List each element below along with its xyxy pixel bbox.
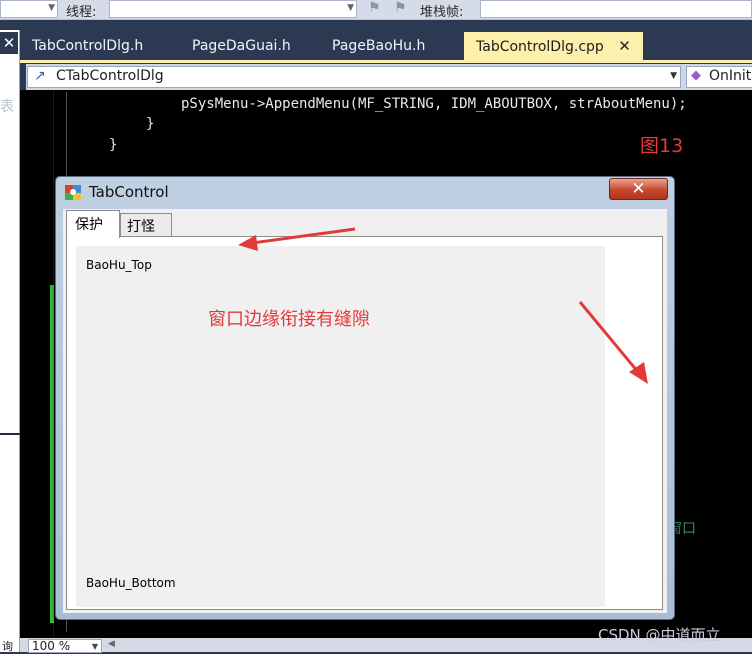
toolbar-combo-process[interactable]: ▼ [0, 0, 58, 18]
change-tracking-bar [50, 285, 54, 623]
tab-strip-underline [20, 60, 752, 63]
tab-tabcontroldlg-cpp[interactable]: TabControlDlg.cpp ✕ [464, 32, 643, 60]
side-panel-close-icon[interactable]: ✕ [0, 32, 18, 54]
tab-pagebaohu-h[interactable]: PageBaoHu.h [320, 32, 437, 60]
close-icon[interactable]: ✕ [618, 37, 631, 55]
tab-control-pane: BaoHu_Top BaoHu_Bottom [66, 236, 663, 610]
navigation-bar: ↗ CTabControlDlg ▼ ◆ OnInitDialog [26, 64, 752, 90]
zoom-value: 100 % [32, 639, 71, 653]
chevron-down-icon: ▼ [48, 3, 55, 13]
chevron-down-icon: ▼ [347, 3, 354, 13]
close-button[interactable]: ✕ [609, 178, 668, 200]
side-panel-divider [0, 433, 20, 435]
baohu-bottom-label: BaoHu_Bottom [86, 576, 176, 590]
baohu-top-label: BaoHu_Top [86, 258, 152, 272]
debug-toolbar: ▼ 线程: ▼ ⚑ ⚑ 堆栈帧: [0, 0, 752, 20]
class-selector[interactable]: ↗ CTabControlDlg ▼ [27, 66, 681, 88]
side-panel [0, 30, 20, 652]
thread-label: 线程: [66, 5, 97, 20]
tab-protect[interactable]: 保护 [66, 210, 120, 238]
editor-gutter [20, 90, 54, 638]
tab-fight[interactable]: 打怪 [120, 213, 172, 236]
chevron-down-icon: ▼ [670, 71, 677, 81]
dialog-client-area: BaoHu_Top BaoHu_Bottom 保护 打怪 [63, 209, 667, 613]
side-panel-ghost-text: 表 [0, 99, 14, 115]
member-selector-value: OnInitDialog [709, 68, 752, 84]
stack-frame-label: 堆栈帧: [420, 5, 464, 20]
watermark: CSDN @中道而立 [598, 626, 721, 644]
flag-filter-icon[interactable]: ⚑ [394, 0, 407, 16]
class-icon: ↗ [34, 68, 46, 84]
tab-pagedaguai-h[interactable]: PageDaGuai.h [180, 32, 303, 60]
annotation-text: 窗口边缘衔接有缝隙 [208, 309, 370, 330]
thread-combo[interactable]: ▼ [109, 0, 357, 18]
tabcontrol-dialog: TabControl ✕ BaoHu_Top BaoHu_Bottom 保护 打… [55, 176, 675, 620]
zoom-selector[interactable]: 100 % ▼ [28, 639, 102, 653]
flag-icon[interactable]: ⚑ [368, 0, 381, 16]
stack-frame-combo[interactable] [480, 0, 752, 18]
app-icon [65, 185, 81, 200]
tab-label: TabControlDlg.cpp [476, 39, 604, 55]
tab-label: PageDaGuai.h [192, 38, 291, 54]
code-line: pSysMenu->AppendMenu(MF_STRING, IDM_ABOU… [181, 96, 687, 112]
tab-label: PageBaoHu.h [332, 38, 426, 54]
member-selector[interactable]: ◆ OnInitDialog [686, 66, 752, 88]
tab-tabcontroldlg-h[interactable]: TabControlDlg.h [20, 32, 155, 60]
class-selector-value: CTabControlDlg [56, 68, 164, 84]
scroll-left-icon[interactable]: ◀ [108, 639, 115, 649]
tab-label: TabControlDlg.h [32, 38, 144, 54]
code-line: } [109, 137, 118, 153]
property-page-baohu: BaoHu_Top BaoHu_Bottom [76, 246, 605, 607]
method-icon: ◆ [691, 68, 701, 83]
document-tab-strip: TabControlDlg.h PageDaGuai.h PageBaoHu.h… [20, 32, 752, 62]
dialog-title: TabControl [89, 183, 169, 201]
code-line: } [146, 116, 155, 132]
figure-label: 图13 [640, 135, 684, 157]
chevron-down-icon: ▼ [91, 642, 98, 651]
